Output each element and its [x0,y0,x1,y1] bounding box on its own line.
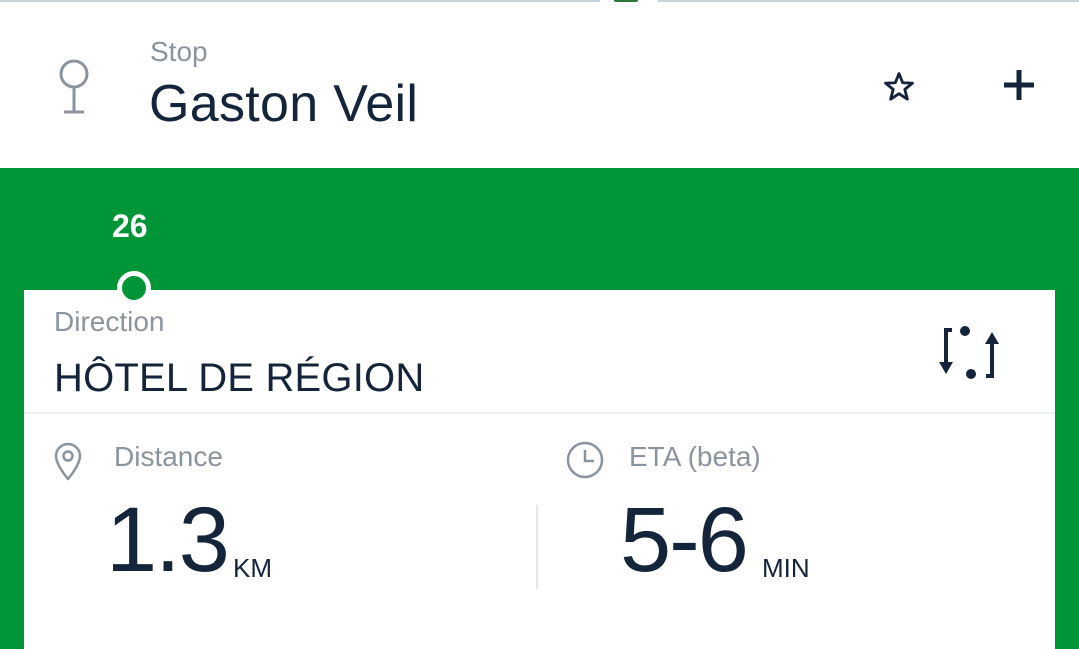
distance-caption: Distance [114,441,223,472]
clock-icon [566,441,604,479]
stop-pin-icon [59,59,89,114]
line-number: 26 [112,208,148,244]
star-outline-icon [884,72,914,101]
stop-name: Gaston Veil [149,75,419,133]
distance-value: 1.3 [106,489,230,591]
direction-name: HÔTEL DE RÉGION [54,356,425,400]
eta-unit: MIN [762,553,810,583]
plus-icon [1004,70,1034,100]
stop-position-dot [117,271,151,305]
distance-unit: KM [233,553,272,583]
card-divider [24,412,1055,414]
direction-caption: Direction [54,306,165,337]
eta-caption: ETA (beta) [629,441,761,472]
stop-caption: Stop [150,36,208,67]
location-pin-icon [54,442,82,481]
swap-direction-button[interactable] [934,322,1004,384]
eta-value: 5-6 [620,489,749,591]
favorite-button[interactable] [876,64,922,110]
add-button[interactable] [996,62,1042,108]
column-divider [536,505,538,589]
swap-direction-icon [939,326,999,379]
